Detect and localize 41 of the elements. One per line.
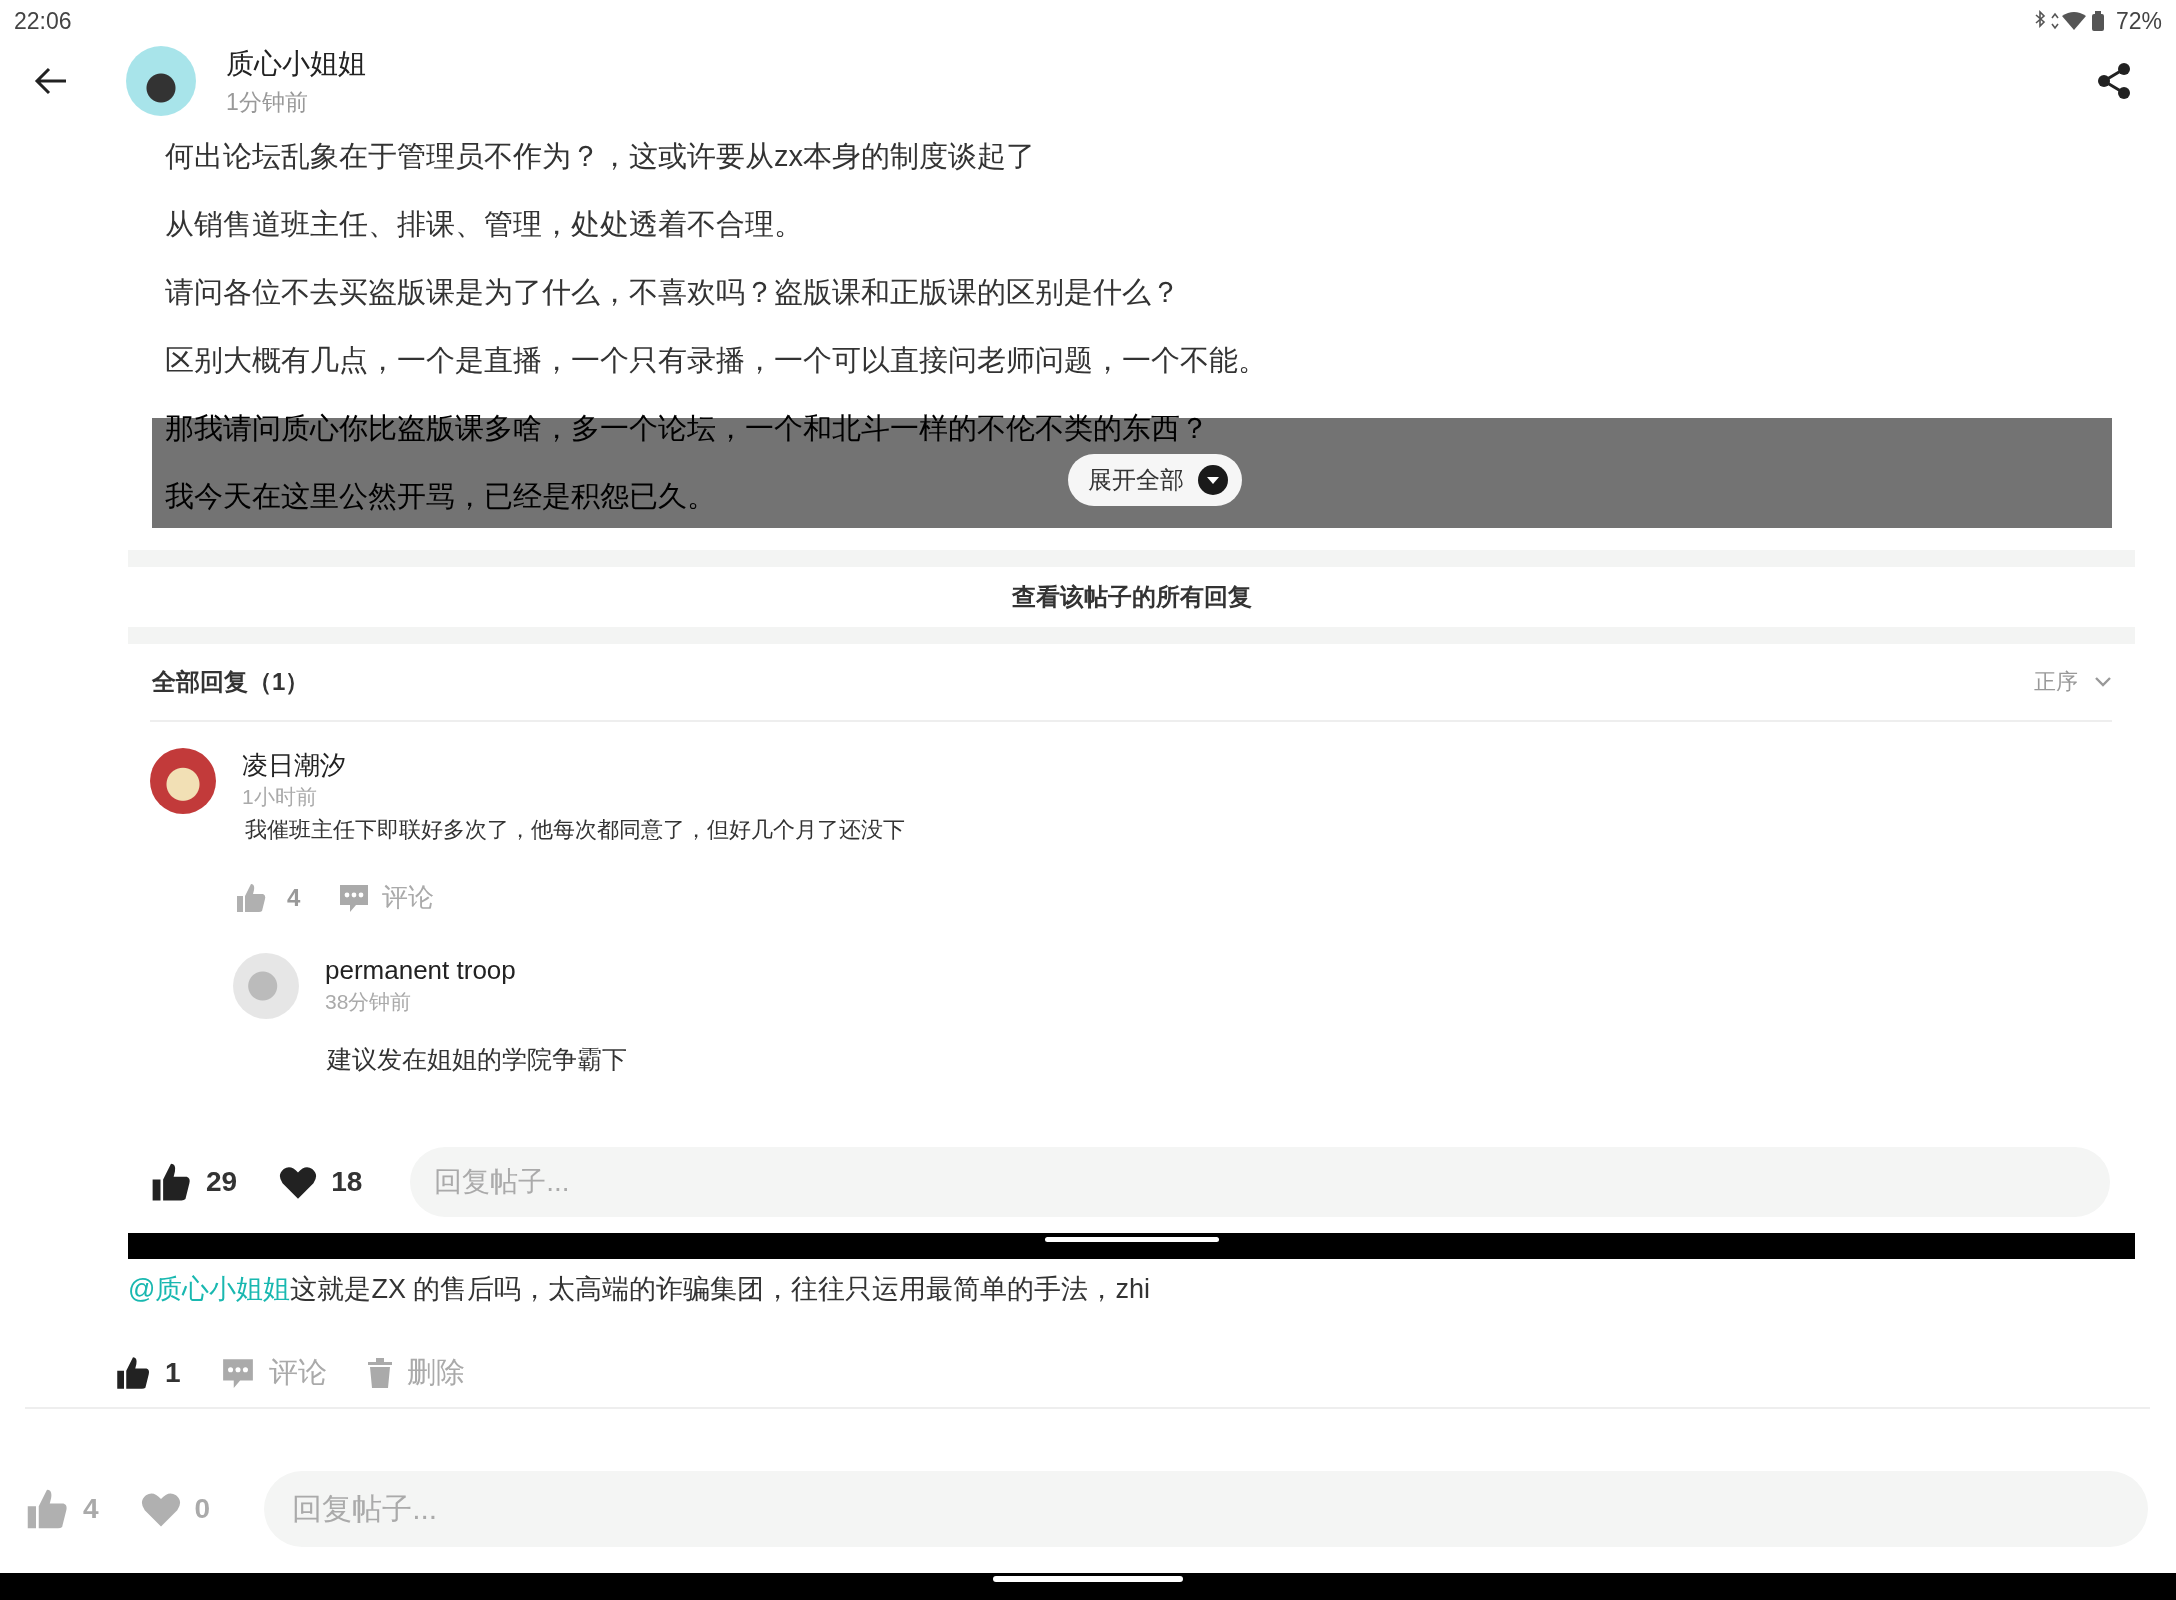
commenter-name[interactable]: 凌日潮汐 <box>242 748 905 782</box>
like-count: 4 <box>83 1493 99 1525</box>
expand-icon <box>1198 465 1228 495</box>
replies-title: 全部回复（1） <box>152 667 310 697</box>
mention-comment-text: @质心小姐姐这就是ZX 的售后吗，太高端的诈骗集团，往往只运用最简单的手法，zhi <box>128 1273 1151 1306</box>
post-paragraph: 请问各位不去买盗版课是为了什么，不喜欢吗？盗版课和正版课的区别是什么？ <box>165 275 1180 310</box>
back-icon[interactable] <box>34 66 68 96</box>
wifi-icon <box>2061 12 2086 30</box>
battery-percent: 72% <box>2115 7 2162 35</box>
thumbs-up-icon[interactable] <box>235 881 267 914</box>
post-paragraph: 我今天在这里公然开骂，已经是积怨已久。 <box>165 479 716 514</box>
thumbs-up-icon[interactable] <box>150 1161 192 1203</box>
comment-text: 我催班主任下即联好多次了，他每次都同意了，但好几个月了还没下 <box>245 816 905 844</box>
expand-all-button[interactable]: 展开全部 <box>1068 454 1242 506</box>
comment-time: 1小时前 <box>242 784 318 810</box>
like-count: 1 <box>165 1357 181 1389</box>
post-time: 1分钟前 <box>226 87 309 117</box>
post-paragraph: 从销售道班主任、排课、管理，处处透着不合理。 <box>165 207 803 242</box>
reply-input-field[interactable]: 回复帖子... <box>264 1471 2148 1547</box>
heart-icon[interactable] <box>279 1164 318 1200</box>
author-name[interactable]: 质心小姐姐 <box>226 44 366 83</box>
reply-text: 建议发在姐姐的学院争霸下 <box>327 1044 628 1075</box>
thumbs-up-icon[interactable] <box>115 1355 151 1391</box>
thumbs-up-icon[interactable] <box>25 1487 69 1531</box>
post-paragraph: 何出论坛乱象在于管理员不作为？，这或许要从zx本身的制度谈起了 <box>165 139 1035 174</box>
reply-author-name[interactable]: permanent troop <box>325 953 516 987</box>
view-all-replies-link[interactable]: 查看该帖子的所有回复 <box>0 567 2176 627</box>
battery-icon <box>2091 11 2104 31</box>
heart-count: 18 <box>331 1166 363 1198</box>
post-paragraph: 那我请问质心你比盗版课多啥，多一个论坛，一个和北斗一样的不伦不类的东西？ <box>165 411 1209 446</box>
bluetooth-icon <box>2035 10 2046 28</box>
post-paragraph: 区别大概有几点，一个是直播，一个只有录播，一个可以直接问老师问题，一个不能。 <box>165 343 1267 378</box>
like-count: 29 <box>206 1166 238 1198</box>
chevron-icon <box>2094 676 2112 688</box>
like-count: 4 <box>287 883 301 912</box>
reply-time: 38分钟前 <box>325 989 413 1015</box>
share-icon[interactable] <box>2096 62 2132 100</box>
reply-input-field[interactable]: 回复帖子... <box>410 1147 2110 1217</box>
heart-count: 0 <box>194 1493 211 1525</box>
data-arrows-icon <box>2051 12 2059 30</box>
status-time: 22:06 <box>14 7 72 35</box>
